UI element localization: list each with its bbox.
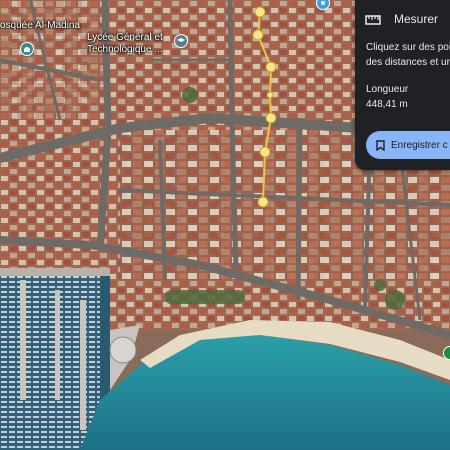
school-icon xyxy=(177,38,185,42)
map-label-school-line2: Technologique ... xyxy=(87,44,163,55)
bookmark-icon xyxy=(376,139,385,151)
measure-description: Cliquez sur des poi des distances et ur xyxy=(366,40,450,70)
length-label: Longueur xyxy=(366,84,409,95)
save-button[interactable]: Enregistrer c xyxy=(366,131,450,159)
measure-title: Mesurer xyxy=(394,12,439,26)
mosque-pin-icon[interactable] xyxy=(20,42,34,56)
mosque-icon xyxy=(24,47,30,52)
length-value: 448,41 m xyxy=(366,99,408,110)
green-pin-icon[interactable] xyxy=(443,346,450,360)
measure-description-line2: des distances et ur xyxy=(366,57,450,68)
map-label-mosque: osquée Al-Madina xyxy=(0,20,81,31)
map-label-school-line1: Lycée Général et xyxy=(87,32,163,43)
place-icon xyxy=(321,1,325,5)
ruler-icon xyxy=(365,10,381,30)
measure-description-line1: Cliquez sur des poi xyxy=(366,42,450,53)
measure-panel: Mesurer Cliquez sur des poi des distance… xyxy=(355,0,450,170)
save-button-label: Enregistrer c xyxy=(391,139,448,151)
school-pin-icon[interactable] xyxy=(174,34,188,48)
